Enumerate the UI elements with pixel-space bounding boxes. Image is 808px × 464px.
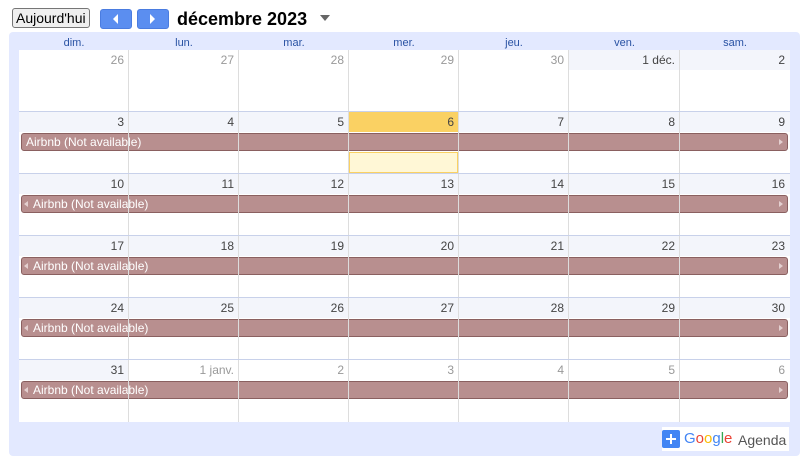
row-divider — [19, 111, 790, 112]
calendar-frame: dim. lun. mar. mer. jeu. ven. sam. 26 27 28 29 30 1… — [9, 32, 800, 456]
chevron-left-icon — [113, 14, 118, 24]
day-number[interactable]: 7 — [459, 115, 564, 129]
column-divider — [348, 50, 349, 422]
continues-after-icon — [779, 263, 783, 269]
day-number[interactable]: 23 — [680, 239, 785, 253]
day-number[interactable]: 1 janv. — [129, 363, 234, 377]
column-divider — [238, 50, 239, 422]
column-divider — [679, 50, 680, 422]
chevron-right-icon — [150, 14, 155, 24]
day-number[interactable]: 28 — [239, 53, 344, 67]
day-number[interactable]: 25 — [129, 301, 234, 315]
day-number[interactable]: 5 — [239, 115, 344, 129]
day-number[interactable]: 11 — [129, 177, 234, 191]
row-divider — [19, 173, 790, 174]
continues-before-icon — [24, 387, 28, 393]
weekday-header: jeu. — [505, 37, 523, 49]
event-chip[interactable]: Airbnb (Not available) — [21, 381, 788, 399]
month-grid: 26 27 28 29 30 1 déc. 2 3 4 5 6 7 8 9 Airbnb (Not avai… — [19, 50, 790, 422]
day-number[interactable]: 30 — [459, 53, 564, 67]
continues-after-icon — [779, 325, 783, 331]
event-title: Airbnb (Not available) — [33, 321, 149, 335]
day-number[interactable]: 18 — [129, 239, 234, 253]
day-number[interactable]: 15 — [569, 177, 675, 191]
event-chip[interactable]: Airbnb (Not available) — [21, 195, 788, 213]
day-number[interactable]: 22 — [569, 239, 675, 253]
google-agenda-badge[interactable]: Google Agenda — [662, 427, 789, 451]
column-divider — [568, 50, 569, 422]
continues-before-icon — [24, 201, 28, 207]
day-number[interactable]: 26 — [239, 301, 344, 315]
continues-before-icon — [24, 325, 28, 331]
next-month-button[interactable] — [137, 9, 169, 29]
weekday-header: mar. — [283, 37, 305, 49]
google-logo-text: Google — [684, 430, 732, 448]
agenda-label: Agenda — [738, 432, 787, 448]
today-cell-highlight — [349, 152, 458, 173]
column-divider — [128, 50, 129, 422]
previous-month-button[interactable] — [100, 9, 132, 29]
day-number[interactable]: 12 — [239, 177, 344, 191]
weekday-header: dim. — [63, 37, 85, 49]
day-number[interactable]: 14 — [459, 177, 564, 191]
calendar-toolbar: Aujourd'hui décembre 2023 — [0, 0, 808, 32]
event-title: Airbnb (Not available) — [33, 383, 149, 397]
day-number[interactable]: 6 — [680, 363, 785, 377]
row-divider — [19, 359, 790, 360]
event-title: Airbnb (Not available) — [33, 259, 149, 273]
day-number[interactable]: 13 — [349, 177, 454, 191]
day-number[interactable]: 17 — [19, 239, 124, 253]
day-number[interactable]: 1 déc. — [569, 53, 675, 67]
day-number[interactable]: 19 — [239, 239, 344, 253]
event-chip[interactable]: Airbnb (Not available) — [21, 257, 788, 275]
day-number[interactable]: 10 — [19, 177, 124, 191]
day-number[interactable]: 4 — [129, 115, 234, 129]
day-number[interactable]: 2 — [239, 363, 344, 377]
row-divider — [19, 297, 790, 298]
day-number[interactable]: 29 — [569, 301, 675, 315]
event-title: Airbnb (Not available) — [33, 197, 149, 211]
event-chip[interactable]: Airbnb (Not available) — [21, 133, 788, 151]
weekday-header: mer. — [393, 37, 415, 49]
weekday-header: ven. — [614, 37, 635, 49]
continues-before-icon — [24, 263, 28, 269]
weekday-header: sam. — [723, 37, 747, 49]
row-divider — [19, 235, 790, 236]
google-logo-letter: e — [724, 430, 733, 447]
day-number[interactable]: 16 — [680, 177, 785, 191]
day-number[interactable]: 24 — [19, 301, 124, 315]
day-number[interactable]: 29 — [349, 53, 454, 67]
event-chip[interactable]: Airbnb (Not available) — [21, 319, 788, 337]
day-number[interactable]: 26 — [19, 53, 124, 67]
day-number[interactable]: 4 — [459, 363, 564, 377]
day-number[interactable]: 20 — [349, 239, 454, 253]
day-number[interactable]: 3 — [349, 363, 454, 377]
plus-icon — [662, 430, 680, 448]
google-logo-letter: G — [684, 430, 696, 447]
day-number[interactable]: 28 — [459, 301, 564, 315]
event-title: Airbnb (Not available) — [26, 135, 142, 149]
day-number[interactable]: 8 — [569, 115, 675, 129]
day-number[interactable]: 5 — [569, 363, 675, 377]
today-button[interactable]: Aujourd'hui — [12, 8, 90, 28]
continues-after-icon — [779, 139, 783, 145]
weekday-header: lun. — [175, 37, 193, 49]
day-number[interactable]: 31 — [19, 363, 124, 377]
day-number[interactable]: 3 — [19, 115, 124, 129]
continues-after-icon — [779, 387, 783, 393]
day-number[interactable]: 21 — [459, 239, 564, 253]
continues-after-icon — [779, 201, 783, 207]
day-number[interactable]: 9 — [680, 115, 785, 129]
month-dropdown-caret-icon[interactable] — [320, 15, 330, 21]
day-number[interactable]: 30 — [680, 301, 785, 315]
column-divider — [458, 50, 459, 422]
month-title: décembre 2023 — [177, 9, 308, 29]
google-logo-letter: g — [712, 430, 721, 447]
day-number[interactable]: 27 — [349, 301, 454, 315]
day-number[interactable]: 27 — [129, 53, 234, 67]
day-number[interactable]: 2 — [680, 53, 785, 67]
google-logo-letter: o — [695, 430, 705, 447]
day-number[interactable]: 6 — [349, 115, 454, 129]
